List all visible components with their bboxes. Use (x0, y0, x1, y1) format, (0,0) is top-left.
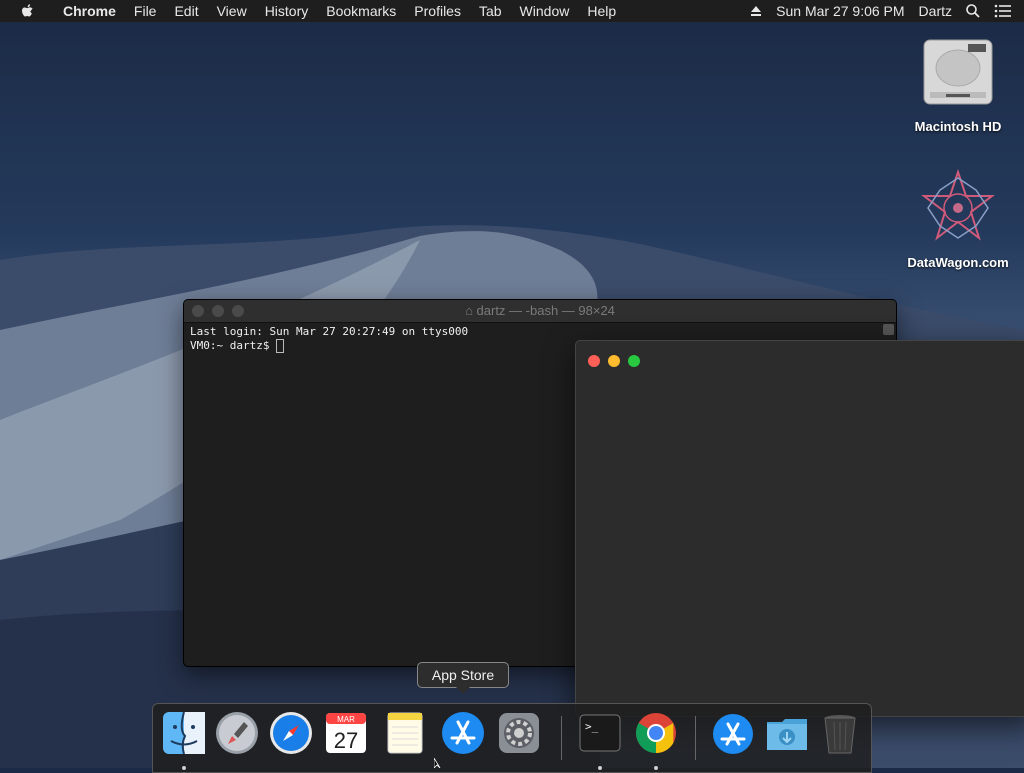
window-controls (192, 305, 252, 317)
spotlight-search-icon[interactable] (966, 4, 980, 18)
menu-profiles[interactable]: Profiles (405, 3, 470, 19)
window-controls (588, 355, 648, 367)
terminal-line: Last login: Sun Mar 27 20:27:49 on ttys0… (190, 325, 469, 338)
menu-window[interactable]: Window (511, 3, 579, 19)
terminal-titlebar[interactable]: ⌂ dartz — -bash — 98×24 (184, 300, 896, 323)
chrome-icon[interactable] (633, 710, 679, 756)
finder-icon[interactable] (161, 710, 207, 756)
desktop-icon-label: DataWagon.com (907, 255, 1009, 270)
menu-bar: Chrome File Edit View History Bookmarks … (0, 0, 1024, 22)
notes-icon[interactable] (382, 710, 428, 756)
eject-icon[interactable] (750, 5, 762, 17)
trash-icon[interactable] (817, 710, 863, 756)
desktop-icon-label: Macintosh HD (914, 119, 1002, 134)
menu-help[interactable]: Help (578, 3, 625, 19)
app-store-download-icon[interactable] (710, 710, 756, 756)
split-pane-icon[interactable] (883, 324, 894, 335)
blank-window[interactable] (575, 340, 1024, 717)
menu-file[interactable]: File (125, 3, 166, 19)
app-store-icon[interactable] (440, 710, 486, 756)
running-indicator (182, 766, 186, 770)
calendar-month: MAR (337, 715, 355, 724)
minimize-button[interactable] (212, 305, 224, 317)
home-icon: ⌂ (465, 303, 477, 318)
calendar-day: 27 (334, 728, 358, 753)
menubar-clock[interactable]: Sun Mar 27 9:06 PM (776, 3, 904, 19)
running-indicator (598, 766, 602, 770)
dock-separator (695, 716, 696, 760)
launchpad-icon[interactable] (214, 710, 260, 756)
terminal-icon[interactable]: >_ (577, 710, 623, 756)
menu-view[interactable]: View (208, 3, 256, 19)
close-button[interactable] (192, 305, 204, 317)
menu-bookmarks[interactable]: Bookmarks (317, 3, 405, 19)
system-preferences-icon[interactable] (496, 710, 542, 756)
mouse-cursor-icon (434, 758, 441, 768)
menubar-user[interactable]: Dartz (919, 3, 952, 19)
hard-drive-icon (923, 39, 993, 105)
apple-menu-icon[interactable] (20, 3, 36, 19)
dock: MAR 27 >_ (152, 703, 872, 773)
menu-history[interactable]: History (256, 3, 318, 19)
terminal-prompt: VM0:~ dartz$ (190, 339, 277, 352)
terminal-title: dartz — -bash — 98×24 (476, 303, 615, 318)
minimize-button[interactable] (608, 355, 620, 367)
datawagon-logo-icon (921, 168, 995, 241)
svg-text:>_: >_ (585, 720, 599, 733)
desktop-icon-datawagon[interactable]: DataWagon.com (898, 168, 1018, 270)
safari-icon[interactable] (268, 710, 314, 756)
desktop-icon-macintosh-hd[interactable]: Macintosh HD (898, 32, 1018, 134)
notification-center-icon[interactable] (994, 4, 1012, 18)
zoom-button[interactable] (628, 355, 640, 367)
calendar-icon[interactable]: MAR 27 (323, 710, 369, 756)
zoom-button[interactable] (232, 305, 244, 317)
dock-separator (561, 716, 562, 760)
menu-tab[interactable]: Tab (470, 3, 511, 19)
dock-tooltip: App Store (417, 662, 509, 694)
text-cursor (276, 339, 285, 353)
downloads-folder-icon[interactable] (764, 710, 810, 756)
menu-app-name[interactable]: Chrome (54, 3, 125, 19)
menu-edit[interactable]: Edit (165, 3, 207, 19)
running-indicator (654, 766, 658, 770)
close-button[interactable] (588, 355, 600, 367)
